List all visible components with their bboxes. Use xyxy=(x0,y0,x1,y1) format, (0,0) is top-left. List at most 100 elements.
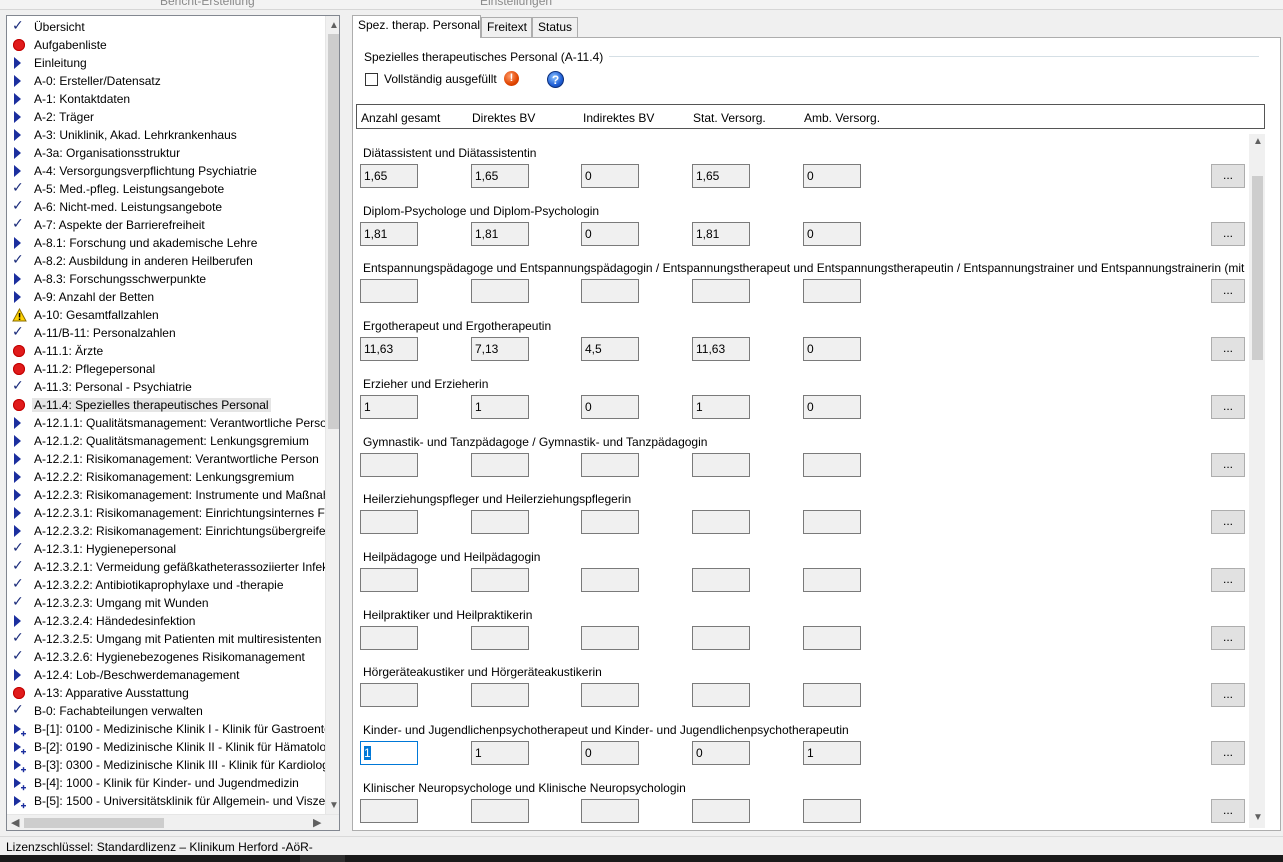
field-indirektes-bv[interactable] xyxy=(581,567,639,592)
field-amb-versorg[interactable] xyxy=(803,798,861,823)
field-anzahl-gesamt[interactable] xyxy=(360,798,418,823)
field-direktes-bv[interactable]: 1,65 xyxy=(471,164,529,188)
tree-item[interactable]: B-[4]: 1000 - Klinik für Kinder- und Jug… xyxy=(7,774,325,792)
tree-item[interactable]: A-12.2.3.2: Risikomanagement: Einrichtun… xyxy=(7,522,325,540)
tree-item[interactable]: A-8.3: Forschungsschwerpunkte xyxy=(7,270,325,288)
tree-item[interactable]: A-3a: Organisationsstruktur xyxy=(7,144,325,162)
tree-item[interactable]: A-2: Träger xyxy=(7,108,325,126)
field-indirektes-bv[interactable] xyxy=(581,625,639,650)
tree-item[interactable]: A-9: Anzahl der Betten xyxy=(7,288,325,306)
field-amb-versorg[interactable]: 0 xyxy=(803,221,861,246)
field-amb-versorg[interactable]: 0 xyxy=(803,394,861,419)
field-direktes-bv[interactable] xyxy=(471,452,529,477)
details-button[interactable]: ... xyxy=(1211,221,1245,246)
scroll-up-icon[interactable]: ▲ xyxy=(329,20,339,31)
field-stat-versorg[interactable] xyxy=(692,510,750,535)
field-anzahl-gesamt[interactable] xyxy=(360,567,418,592)
complete-checkbox-label[interactable]: Vollständig ausgefüllt xyxy=(384,72,497,86)
tree-item[interactable]: A-8.1: Forschung und akademische Lehre xyxy=(7,234,325,252)
tree-item[interactable]: A-11.4: Spezielles therapeutisches Perso… xyxy=(7,396,325,414)
tree-item[interactable]: B-[5]: 1500 - Universitätsklinik für All… xyxy=(7,792,325,810)
tree-item[interactable]: ✓ A-12.3.1: Hygienepersonal xyxy=(7,540,325,558)
field-indirektes-bv[interactable] xyxy=(581,452,639,477)
field-indirektes-bv[interactable] xyxy=(581,798,639,823)
tree-item[interactable]: A-3: Uniklinik, Akad. Lehrkrankenhaus xyxy=(7,126,325,144)
field-direktes-bv[interactable] xyxy=(471,798,529,823)
field-stat-versorg[interactable]: 1 xyxy=(692,394,750,419)
field-stat-versorg[interactable]: 1,65 xyxy=(692,164,750,188)
tree-vertical-scrollbar[interactable]: ▲ ▼ xyxy=(325,16,339,816)
tree-item[interactable]: ✓ A-12.3.2.6: Hygienebezogenes Risikomana… xyxy=(7,648,325,666)
scroll-right-icon[interactable]: ▶ xyxy=(313,816,321,829)
scroll-left-icon[interactable]: ◀ xyxy=(11,816,19,829)
scroll-down-icon[interactable]: ▼ xyxy=(329,800,339,811)
help-icon[interactable]: ? xyxy=(547,71,564,88)
content-scroll-thumb[interactable] xyxy=(1252,176,1263,360)
field-amb-versorg[interactable] xyxy=(803,510,861,535)
details-button[interactable]: ... xyxy=(1211,741,1245,765)
details-button[interactable]: ... xyxy=(1211,164,1245,188)
field-direktes-bv[interactable]: 1 xyxy=(471,394,529,419)
field-stat-versorg[interactable] xyxy=(692,279,750,304)
field-stat-versorg[interactable] xyxy=(692,683,750,708)
tree-item[interactable]: ✓ A-11.3: Personal - Psychiatrie xyxy=(7,378,325,396)
field-anzahl-gesamt[interactable] xyxy=(360,510,418,535)
field-anzahl-gesamt[interactable]: 1,81 xyxy=(360,221,418,246)
tree-horizontal-scrollbar[interactable]: ◀ ▶ xyxy=(7,814,339,830)
field-anzahl-gesamt[interactable] xyxy=(360,452,418,477)
field-indirektes-bv[interactable]: 0 xyxy=(581,741,639,765)
field-stat-versorg[interactable] xyxy=(692,567,750,592)
field-indirektes-bv[interactable]: 0 xyxy=(581,394,639,419)
tree-item[interactable]: ✓ A-8.2: Ausbildung in anderen Heilberufe… xyxy=(7,252,325,270)
tab-status[interactable]: Status xyxy=(532,17,578,38)
field-direktes-bv[interactable] xyxy=(471,683,529,708)
tree-item[interactable]: ✓ B-0: Fachabteilungen verwalten xyxy=(7,702,325,720)
tree-item[interactable]: Einleitung xyxy=(7,54,325,72)
tree-item[interactable]: ✓ A-11/B-11: Personalzahlen xyxy=(7,324,325,342)
field-amb-versorg[interactable] xyxy=(803,683,861,708)
tree-item[interactable]: ✓ A-5: Med.-pfleg. Leistungsangebote xyxy=(7,180,325,198)
tree-item[interactable]: ✓ A-7: Aspekte der Barrierefreiheit xyxy=(7,216,325,234)
details-button[interactable]: ... xyxy=(1211,279,1245,304)
field-anzahl-gesamt[interactable]: 1 xyxy=(360,394,418,419)
details-button[interactable]: ... xyxy=(1211,337,1245,362)
tree-item[interactable]: A-10: Gesamtfallzahlen xyxy=(7,306,325,324)
field-indirektes-bv[interactable] xyxy=(581,510,639,535)
field-anzahl-gesamt[interactable] xyxy=(360,683,418,708)
field-stat-versorg[interactable]: 0 xyxy=(692,741,750,765)
tab-spez-therap-personal[interactable]: Spez. therap. Personal xyxy=(352,15,481,38)
tree-item[interactable]: ✓ A-12.3.2.5: Umgang mit Patienten mit mu… xyxy=(7,630,325,648)
content-vertical-scrollbar[interactable]: ▲ ▼ xyxy=(1249,134,1265,828)
tree-item[interactable]: A-11.2: Pflegepersonal xyxy=(7,360,325,378)
details-button[interactable]: ... xyxy=(1211,625,1245,650)
tree-item[interactable]: ✓ A-6: Nicht-med. Leistungsangebote xyxy=(7,198,325,216)
field-direktes-bv[interactable] xyxy=(471,625,529,650)
field-indirektes-bv[interactable] xyxy=(581,279,639,304)
tree-item[interactable]: B-[3]: 0300 - Medizinische Klinik III - … xyxy=(7,756,325,774)
field-anzahl-gesamt[interactable] xyxy=(360,279,418,304)
tree-item[interactable]: A-12.2.3: Risikomanagement: Instrumente … xyxy=(7,486,325,504)
tree-item[interactable]: A-12.2.3.1: Risikomanagement: Einrichtun… xyxy=(7,504,325,522)
details-button[interactable]: ... xyxy=(1211,567,1245,592)
field-anzahl-gesamt[interactable]: 11,63 xyxy=(360,337,418,362)
tab-freitext[interactable]: Freitext xyxy=(481,17,532,38)
tree-item[interactable]: A-4: Versorgungsverpflichtung Psychiatri… xyxy=(7,162,325,180)
field-anzahl-gesamt[interactable]: 1 xyxy=(360,741,418,765)
field-indirektes-bv[interactable]: 4,5 xyxy=(581,337,639,362)
field-amb-versorg[interactable]: 0 xyxy=(803,337,861,362)
tree-item[interactable]: A-13: Apparative Ausstattung xyxy=(7,684,325,702)
scroll-thumb[interactable] xyxy=(328,34,339,429)
tree-item[interactable]: A-0: Ersteller/Datensatz xyxy=(7,72,325,90)
field-amb-versorg[interactable]: 0 xyxy=(803,164,861,188)
field-direktes-bv[interactable] xyxy=(471,567,529,592)
tree-item[interactable]: Aufgabenliste xyxy=(7,36,325,54)
tree-item[interactable]: B-[1]: 0100 - Medizinische Klinik I - Kl… xyxy=(7,720,325,738)
field-stat-versorg[interactable]: 11,63 xyxy=(692,337,750,362)
tree-item[interactable]: ✓ Übersicht xyxy=(7,18,325,36)
scroll-up-icon[interactable]: ▲ xyxy=(1253,136,1263,147)
field-stat-versorg[interactable]: 1,81 xyxy=(692,221,750,246)
field-anzahl-gesamt[interactable] xyxy=(360,625,418,650)
details-button[interactable]: ... xyxy=(1211,683,1245,708)
details-button[interactable]: ... xyxy=(1211,510,1245,535)
field-anzahl-gesamt[interactable]: 1,65 xyxy=(360,164,418,188)
